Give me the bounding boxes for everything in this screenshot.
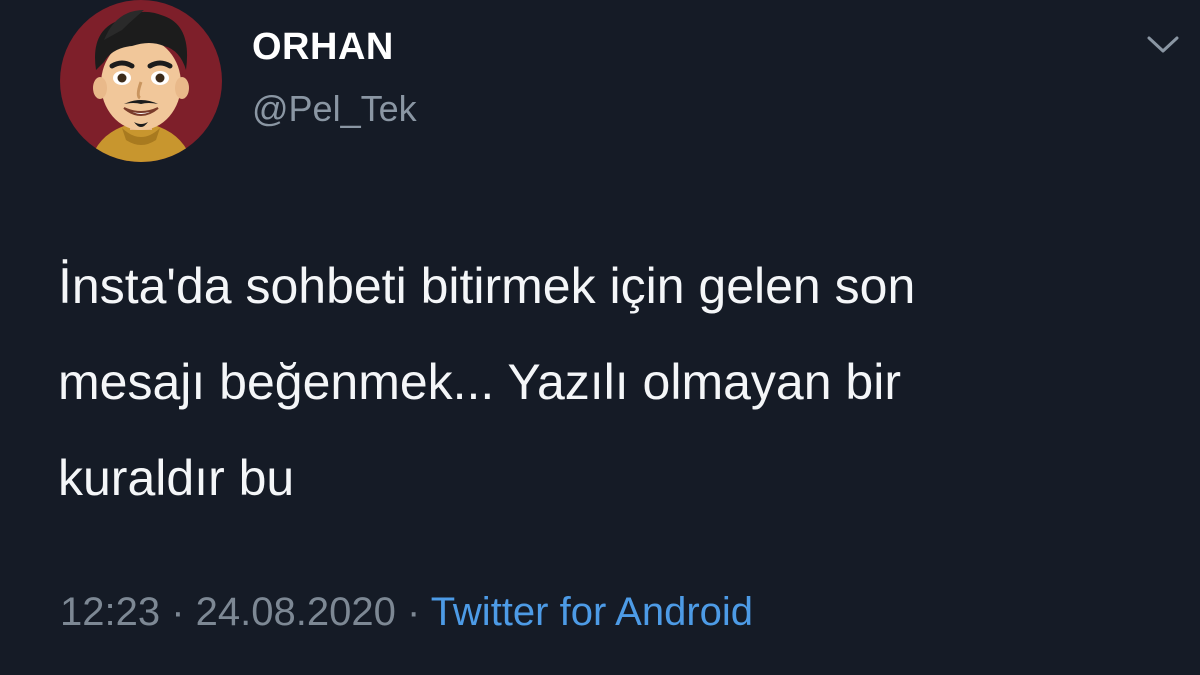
meta-separator: · <box>160 590 196 634</box>
tweet-source-link[interactable]: Twitter for Android <box>431 590 753 634</box>
display-name[interactable]: ORHAN <box>252 26 394 69</box>
tweet-time: 12:23 <box>60 590 161 634</box>
tweet-text: İnsta'da sohbeti bitirmek için gelen son… <box>58 258 916 506</box>
tweet-date: 24.08.2020 <box>195 590 396 634</box>
tweet-meta: 12:23 · 24.08.2020 · Twitter for Android <box>60 590 753 635</box>
meta-separator: · <box>395 590 431 634</box>
chevron-down-icon[interactable] <box>1146 34 1180 56</box>
tweet-card: ORHAN @Pel_Tek İnsta'da sohbeti bitirmek… <box>0 0 1200 675</box>
user-handle[interactable]: @Pel_Tek <box>252 88 417 130</box>
cartoon-avatar-icon <box>90 10 192 162</box>
avatar[interactable] <box>60 0 222 162</box>
